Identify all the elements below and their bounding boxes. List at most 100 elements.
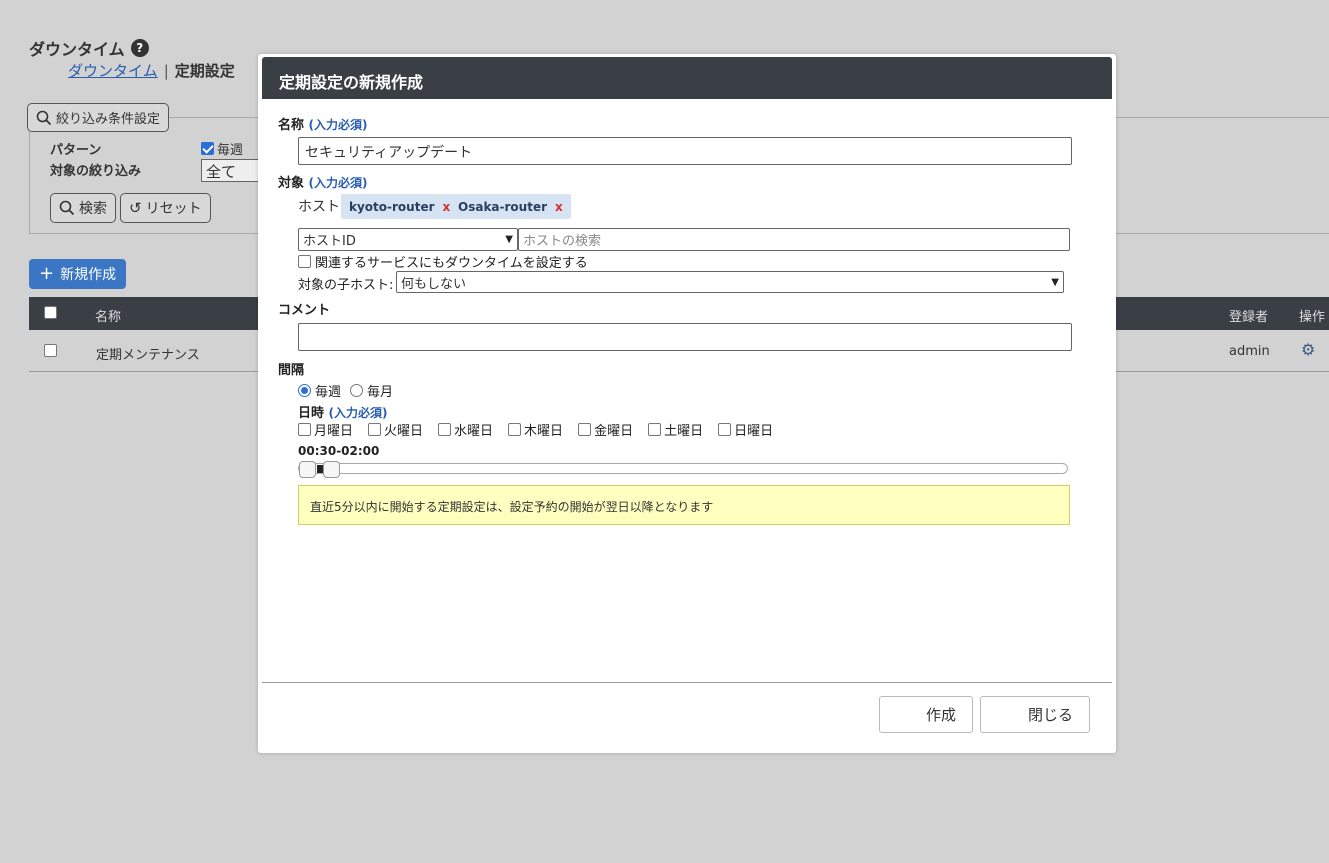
comment-input[interactable]	[298, 323, 1072, 351]
search-icon	[36, 110, 52, 125]
footer-divider	[262, 682, 1112, 683]
breadcrumb-current: 定期設定	[174, 62, 235, 80]
day-label: 木曜日	[524, 424, 564, 439]
create-schedule-dialog: 定期設定の新規作成 名称 (入力必須) セキュリティアップデート 対象 (入力必…	[258, 54, 1116, 753]
col-header-operation: 操作	[1299, 310, 1326, 325]
related-services-checkbox[interactable]: 関連するサービスにもダウンタイムを設定する	[298, 252, 588, 271]
name-required-tag: (入力必須)	[308, 118, 368, 132]
row-checkbox[interactable]	[44, 344, 57, 357]
interval-monthly-label: 毎月	[367, 385, 394, 400]
related-services-check-icon	[298, 255, 311, 268]
slider-start-handle[interactable]	[299, 461, 316, 478]
dialog-title: 定期設定の新規作成	[262, 57, 1112, 99]
interval-label: 間隔	[278, 363, 305, 378]
datetime-required-tag: (入力必須)	[328, 406, 388, 420]
filter-search-label: 検索	[79, 201, 107, 217]
host-key-select-value: ホストID	[303, 234, 356, 249]
host-chip-kyoto: kyoto-router x	[341, 194, 459, 219]
filter-weekly-label: 毎週	[217, 143, 244, 158]
interval-weekly-radio[interactable]: 毎週	[298, 381, 341, 400]
filter-toggle-label: 絞り込み条件設定	[56, 112, 161, 127]
target-required-tag: (入力必須)	[308, 176, 368, 190]
new-create-button[interactable]: + 新規作成	[29, 259, 127, 289]
child-host-select[interactable]: 何もしない ▼	[396, 271, 1064, 293]
day-checkbox-mon[interactable]: 月曜日	[298, 420, 353, 439]
reset-icon: ↺	[129, 199, 142, 217]
col-header-name[interactable]: 名称	[95, 306, 121, 325]
filter-reset-button[interactable]: ↺ リセット	[120, 193, 211, 223]
datetime-label-text: 日時	[298, 406, 325, 421]
row-name[interactable]: 定期メンテナンス	[96, 344, 200, 363]
comment-label: コメント	[278, 303, 331, 318]
filter-toggle-button[interactable]: 絞り込み条件設定	[27, 103, 170, 132]
gear-icon[interactable]: ⚙	[1301, 340, 1315, 359]
chevron-down-icon: ▼	[1051, 276, 1059, 288]
breadcrumb-link-downtime[interactable]: ダウンタイム	[68, 60, 158, 81]
radio-unselected-icon	[350, 384, 363, 397]
page-title-text: ダウンタイム	[29, 40, 125, 59]
close-button[interactable]: 閉じる	[980, 696, 1090, 733]
day-checkbox-tue[interactable]: 火曜日	[368, 420, 423, 439]
day-check-icon	[508, 423, 522, 436]
day-check-icon	[718, 423, 732, 436]
filter-target-select[interactable]: 全て	[201, 159, 261, 182]
host-chip-name: kyoto-router	[349, 199, 435, 214]
plus-icon: +	[39, 263, 55, 284]
radio-selected-icon	[298, 384, 311, 397]
day-checkbox-sun[interactable]: 日曜日	[718, 420, 773, 439]
new-create-label: 新規作成	[60, 267, 117, 283]
day-checkbox-sat[interactable]: 土曜日	[648, 420, 703, 439]
target-field-label: 対象 (入力必須)	[278, 172, 368, 191]
day-checkbox-wed[interactable]: 水曜日	[438, 420, 493, 439]
day-label: 水曜日	[454, 424, 494, 439]
name-label-text: 名称	[278, 118, 305, 133]
time-range-slider[interactable]	[298, 461, 1068, 478]
notice-message: 直近5分以内に開始する定期設定は、設定予約の開始が翌日以降となります	[298, 485, 1070, 525]
row-registrant: admin	[1229, 344, 1270, 359]
host-key-select[interactable]: ホストID ▼	[298, 228, 518, 251]
day-check-icon	[578, 423, 592, 436]
create-button[interactable]: 作成	[879, 696, 973, 733]
child-host-label: 対象の子ホスト:	[298, 278, 394, 293]
breadcrumb-separator: |	[163, 61, 169, 80]
filter-weekly-check-icon	[201, 142, 214, 155]
name-field-label: 名称 (入力必須)	[278, 114, 368, 133]
name-input[interactable]: セキュリティアップデート	[298, 137, 1072, 165]
col-header-registrant[interactable]: 登録者	[1229, 306, 1268, 325]
day-label: 金曜日	[594, 424, 634, 439]
page-title: ダウンタイム ?	[29, 36, 149, 60]
day-check-icon	[648, 423, 662, 436]
interval-weekly-label: 毎週	[315, 385, 342, 400]
day-label: 火曜日	[384, 424, 424, 439]
day-label: 日曜日	[734, 424, 774, 439]
host-chip-name: Osaka-router	[458, 199, 547, 214]
filter-weekly-checkbox[interactable]: 毎週	[201, 139, 243, 158]
time-range-label: 00:30-02:00	[298, 444, 380, 458]
select-all-checkbox[interactable]	[44, 306, 57, 319]
day-checkbox-thu[interactable]: 木曜日	[508, 420, 563, 439]
filter-reset-label: リセット	[145, 201, 202, 217]
host-chip-osaka: Osaka-router x	[450, 194, 571, 219]
target-label-text: 対象	[278, 176, 305, 191]
interval-monthly-radio[interactable]: 毎月	[350, 381, 393, 400]
remove-host-icon[interactable]: x	[555, 200, 563, 214]
day-label: 月曜日	[314, 424, 354, 439]
filter-target-label: 対象の絞り込み	[50, 164, 142, 179]
day-label: 土曜日	[664, 424, 704, 439]
day-check-icon	[298, 423, 311, 436]
related-services-label: 関連するサービスにもダウンタイムを設定する	[315, 256, 588, 271]
help-icon[interactable]: ?	[130, 39, 149, 57]
filter-search-button[interactable]: 検索	[50, 193, 116, 223]
search-icon	[59, 200, 75, 216]
day-checkbox-fri[interactable]: 金曜日	[578, 420, 633, 439]
slider-end-handle[interactable]	[323, 461, 340, 478]
host-label: ホスト:	[298, 199, 345, 215]
breadcrumb: ダウンタイム | 定期設定	[68, 60, 235, 81]
datetime-label: 日時 (入力必須)	[298, 402, 388, 421]
day-check-icon	[368, 423, 382, 436]
host-search-input[interactable]: ホストの検索	[518, 228, 1070, 251]
child-host-select-value: 何もしない	[401, 276, 467, 292]
day-check-icon	[438, 423, 452, 436]
chevron-down-icon: ▼	[505, 234, 513, 245]
weekday-checkboxes: 月曜日 火曜日 水曜日 木曜日 金曜日 土曜日 日曜日	[298, 420, 784, 439]
